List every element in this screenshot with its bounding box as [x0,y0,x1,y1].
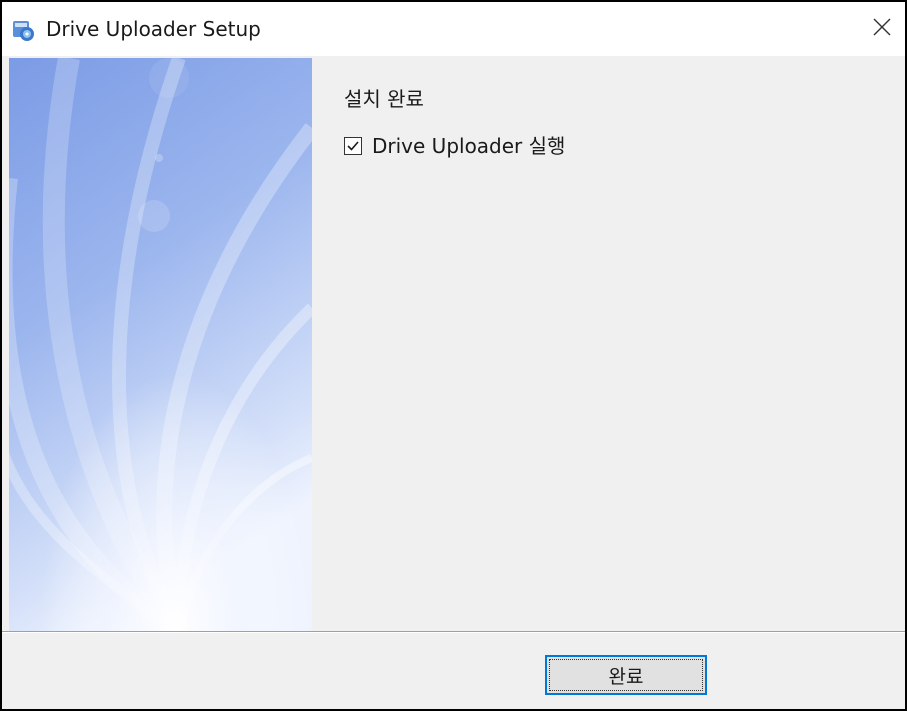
checkmark-icon [347,141,359,151]
close-icon [873,18,891,36]
setup-installer-icon [12,18,36,42]
wizard-content-panel: 설치 완료 Drive Uploader 실행 [312,58,905,631]
window-title: Drive Uploader Setup [46,17,261,41]
wizard-footer: 완료 [2,633,905,709]
close-button[interactable] [859,2,905,52]
completion-heading: 설치 완료 [344,87,424,111]
finish-button[interactable]: 완료 [545,655,707,695]
title-bar[interactable]: Drive Uploader Setup [2,2,905,56]
launch-app-checkbox-label[interactable]: Drive Uploader 실행 [372,134,565,158]
wizard-banner-image [9,58,312,631]
launch-app-checkbox[interactable] [344,137,362,155]
setup-dialog-window: Drive Uploader Setup 설치 완료 Drive Uploade… [0,0,907,711]
